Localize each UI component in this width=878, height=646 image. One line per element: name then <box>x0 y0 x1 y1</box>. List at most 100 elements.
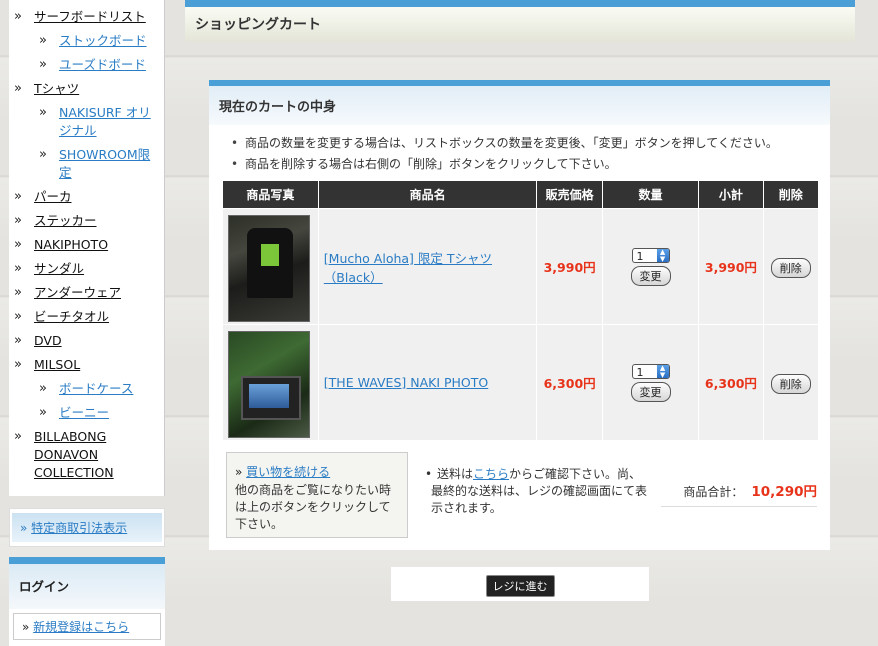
table-header-row: 商品写真 商品名 販売価格 数量 小計 削除 <box>223 181 818 208</box>
sidebar-item-sticker[interactable]: » ステッカー <box>9 210 164 232</box>
cart-notes: 商品の数量を変更する場合は、リストボックスの数量を変更後、「変更」ボタンを押して… <box>231 133 830 175</box>
table-row: [THE WAVES] NAKI PHOTO 6,300円 1 ▲ ▼ 変更 6,3… <box>223 325 818 440</box>
register-link[interactable]: » 新規登録はこちら <box>13 613 161 640</box>
continue-shopping-link[interactable]: 買い物を続ける <box>246 465 330 479</box>
double-chevron-icon: » <box>235 465 243 479</box>
sidebar-item-surfboard-list[interactable]: » サーフボードリスト <box>9 6 164 28</box>
sidebar-item-underwear[interactable]: » アンダーウェア <box>9 282 164 304</box>
double-chevron-icon: » <box>14 261 22 276</box>
column-header: 商品名 <box>318 181 537 208</box>
quantity-cell: 1 ▲ ▼ 変更 <box>602 209 699 324</box>
column-header: 小計 <box>699 181 763 208</box>
continue-shopping-box: » 買い物を続ける 他の商品をご覧になりたい時は上のボタンをクリックして下さい。 <box>226 452 408 538</box>
sidebar-item-beach-towel[interactable]: » ビーチタオル <box>9 306 164 328</box>
column-header: 削除 <box>763 181 818 208</box>
shipping-note-pre: 送料は <box>437 467 474 481</box>
double-chevron-icon: » <box>20 521 28 535</box>
sidebar-item-parka[interactable]: » パーカ <box>9 186 164 208</box>
change-button[interactable]: 変更 <box>630 265 671 286</box>
column-header: 販売価格 <box>537 181 602 208</box>
double-chevron-icon: » <box>14 429 22 444</box>
delete-button[interactable]: 削除 <box>770 258 811 278</box>
sidebar-item-showroom-limited[interactable]: » SHOWROOM限定 <box>9 144 164 184</box>
product-image[interactable] <box>228 214 310 322</box>
cart-total: 商品合計： 10,290円 <box>661 480 817 507</box>
cart-table: 商品写真 商品名 販売価格 数量 小計 削除 [Mucho Aloha] 限定 … <box>222 180 819 441</box>
double-chevron-icon: » <box>39 381 47 396</box>
cart-heading: 現在のカートの中身 <box>209 80 830 125</box>
sidebar-item-milsol[interactable]: » MILSOL <box>9 354 164 376</box>
product-name-cell: [Mucho Aloha] 限定 Tシャツ（Black） <box>318 209 537 324</box>
double-chevron-icon: » <box>14 9 22 24</box>
delete-cell: 削除 <box>763 325 818 440</box>
table-row: [Mucho Aloha] 限定 Tシャツ（Black） 3,990円 1 ▲ ▼ … <box>223 209 818 324</box>
spinner-arrows-icon: ▲ ▼ <box>656 364 669 378</box>
double-chevron-icon: » <box>39 105 47 120</box>
total-label: 商品合計： <box>683 485 744 499</box>
double-chevron-icon: » <box>14 333 22 348</box>
double-chevron-icon: » <box>39 147 47 162</box>
quantity-select[interactable]: 1 ▲ ▼ <box>631 247 670 263</box>
double-chevron-icon: » <box>22 620 30 634</box>
product-name-cell: [THE WAVES] NAKI PHOTO <box>318 325 537 440</box>
double-chevron-icon: » <box>39 33 47 48</box>
change-button[interactable]: 変更 <box>630 381 671 402</box>
register-link-label[interactable]: 新規登録はこちら <box>33 620 129 634</box>
double-chevron-icon: » <box>14 309 22 324</box>
sidebar: » サーフボードリスト » ストックボード » ユーズドボード » Tシャツ » NAKI… <box>9 0 165 646</box>
price-cell: 6,300円 <box>537 325 602 440</box>
price-cell: 3,990円 <box>537 209 602 324</box>
spinner-arrows-icon: ▲ ▼ <box>656 248 669 262</box>
double-chevron-icon: » <box>39 57 47 72</box>
tokutei-label: 特定商取引法表示 <box>31 521 128 535</box>
product-photo-cell <box>223 325 318 440</box>
quantity-value: 1 <box>636 365 644 379</box>
column-header: 数量 <box>602 181 699 208</box>
sidebar-item-sandal[interactable]: » サンダル <box>9 258 164 280</box>
login-box: » 新規登録はこちら <box>9 609 165 646</box>
total-value: 10,290円 <box>751 484 817 500</box>
cart-panel: 現在のカートの中身 商品の数量を変更する場合は、リストボックスの数量を変更後、「… <box>209 80 830 550</box>
sidebar-item-stock-board[interactable]: » ストックボード <box>9 30 164 52</box>
sidebar-item-billabong[interactable]: » BILLABONG DONAVON COLLECTION <box>9 426 164 484</box>
quantity-value: 1 <box>636 249 644 263</box>
product-image[interactable] <box>228 330 310 438</box>
shipping-link[interactable]: こちら <box>473 467 509 481</box>
sidebar-item-tshirt[interactable]: » Tシャツ <box>9 78 164 100</box>
checkout-button[interactable]: レジに進む <box>485 575 555 597</box>
login-heading: ログイン <box>9 557 165 609</box>
product-photo-cell <box>223 209 318 324</box>
sidebar-item-nakiphoto[interactable]: » NAKIPHOTO <box>9 234 164 256</box>
double-chevron-icon: » <box>14 189 22 204</box>
delete-button[interactable]: 削除 <box>770 374 811 394</box>
quantity-select[interactable]: 1 ▲ ▼ <box>631 363 670 379</box>
sidebar-item-beanie[interactable]: » ビーニー <box>9 402 164 424</box>
bullet: • <box>425 467 433 481</box>
shipping-note: • 送料はこちらからご確認下さい。尚、最終的な送料は、レジの確認画面にて表示され… <box>425 466 651 517</box>
checkout-bar: レジに進む <box>391 567 649 601</box>
double-chevron-icon: » <box>14 237 22 252</box>
sidebar-item-dvd[interactable]: » DVD <box>9 330 164 352</box>
sidebar-item-nakisurf-original[interactable]: » NAKISURF オリジナル <box>9 102 164 142</box>
double-chevron-icon: » <box>14 285 22 300</box>
product-name-link[interactable]: [Mucho Aloha] 限定 Tシャツ（Black） <box>324 251 492 285</box>
double-chevron-icon: » <box>39 405 47 420</box>
tokutei-link[interactable]: » 特定商取引法表示 <box>12 513 162 542</box>
page-title: ショッピングカート <box>185 0 855 42</box>
sidebar-item-board-case[interactable]: » ボードケース <box>9 378 164 400</box>
subtotal-cell: 6,300円 <box>699 325 763 440</box>
sidebar-item-used-board[interactable]: » ユーズドボード <box>9 54 164 76</box>
delete-cell: 削除 <box>763 209 818 324</box>
double-chevron-icon: » <box>14 213 22 228</box>
main-content: ショッピングカート 現在のカートの中身 商品の数量を変更する場合は、リストボック… <box>185 0 855 637</box>
column-header: 商品写真 <box>223 181 318 208</box>
subtotal-cell: 3,990円 <box>699 209 763 324</box>
double-chevron-icon: » <box>14 81 22 96</box>
quantity-cell: 1 ▲ ▼ 変更 <box>602 325 699 440</box>
continue-description: 他の商品をご覧になりたい時は上のボタンをクリックして下さい。 <box>235 483 392 531</box>
category-nav: » サーフボードリスト » ストックボード » ユーズドボード » Tシャツ » NAKI… <box>9 0 165 496</box>
double-chevron-icon: » <box>14 357 22 372</box>
note-item: 商品の数量を変更する場合は、リストボックスの数量を変更後、「変更」ボタンを押して… <box>231 133 830 154</box>
product-name-link[interactable]: [THE WAVES] NAKI PHOTO <box>324 375 488 390</box>
tokutei-box: » 特定商取引法表示 <box>9 508 165 547</box>
